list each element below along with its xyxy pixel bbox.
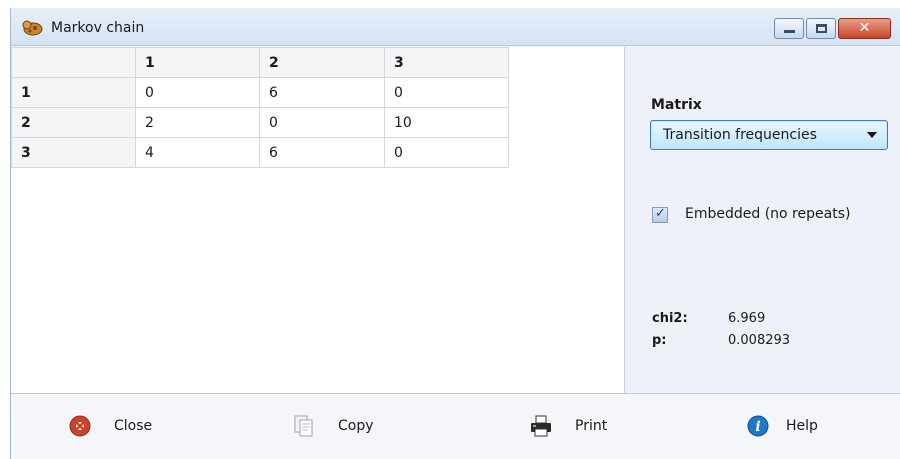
table-row: 1 0 6 0	[11, 77, 509, 108]
printer-icon	[531, 415, 551, 437]
chi2-value: 6.969	[728, 311, 766, 326]
matrix-table: 1 2 3 1 0 6 0 2 2 0 10 3 4 6 0	[11, 47, 509, 168]
matrix-label: Matrix	[651, 97, 702, 113]
help-button[interactable]: i Help	[746, 414, 866, 440]
table-cell[interactable]: 4	[135, 137, 260, 168]
table-cell[interactable]: 2	[135, 107, 260, 138]
copy-icon	[294, 415, 313, 437]
chi2-label: chi2:	[652, 311, 688, 326]
table-cell[interactable]: 10	[384, 107, 509, 138]
column-header[interactable]: 2	[259, 47, 385, 78]
help-button-label: Help	[786, 418, 818, 434]
row-header[interactable]: 1	[11, 77, 136, 108]
column-header[interactable]: 3	[384, 47, 509, 78]
svg-text:i: i	[755, 419, 760, 435]
print-button[interactable]: Print	[529, 414, 649, 440]
matrix-table-area: 1 2 3 1 0 6 0 2 2 0 10 3 4 6 0	[11, 47, 624, 393]
minimize-icon	[784, 30, 795, 33]
close-icon	[69, 415, 91, 437]
table-cell[interactable]: 6	[259, 77, 385, 108]
matrix-type-select[interactable]: Transition frequencies	[650, 120, 888, 150]
title-bar[interactable]: Markov chain ✕	[11, 8, 900, 46]
table-cell[interactable]: 0	[135, 77, 260, 108]
maximize-icon	[816, 24, 827, 33]
close-button-label: Close	[114, 418, 153, 434]
embedded-checkbox[interactable]: ✓	[652, 206, 668, 223]
table-header-row: 1 2 3	[11, 47, 509, 78]
options-panel: Matrix Transition frequencies ✓ Embedded…	[624, 47, 900, 393]
markov-chain-window: Markov chain ✕ 1 2 3 1 0 6 0 2 2 0 10 3 …	[10, 8, 900, 459]
column-header[interactable]: 1	[135, 47, 260, 78]
embedded-checkbox-label[interactable]: Embedded (no repeats)	[685, 206, 850, 222]
app-icon	[22, 20, 43, 36]
table-cell[interactable]: 0	[259, 107, 385, 138]
maximize-button[interactable]	[806, 18, 836, 39]
window-title: Markov chain	[51, 20, 145, 36]
matrix-type-value: Transition frequencies	[663, 127, 817, 143]
table-cell[interactable]: 6	[259, 137, 385, 168]
table-row: 3 4 6 0	[11, 137, 509, 168]
close-button[interactable]: Close	[68, 414, 188, 440]
minimize-button[interactable]	[774, 18, 804, 39]
table-cell[interactable]: 0	[384, 137, 509, 168]
help-icon: i	[747, 415, 769, 437]
p-value: 0.008293	[728, 333, 791, 348]
checkmark-icon: ✓	[655, 206, 666, 221]
table-corner-cell[interactable]	[11, 47, 136, 78]
table-row: 2 2 0 10	[11, 107, 509, 138]
window-close-button[interactable]: ✕	[838, 18, 891, 39]
chevron-down-icon	[867, 132, 877, 138]
button-bar: Close Copy Print i Help	[11, 393, 900, 459]
copy-button-label: Copy	[338, 418, 374, 434]
copy-button[interactable]: Copy	[292, 414, 412, 440]
table-cell[interactable]: 0	[384, 77, 509, 108]
row-header[interactable]: 3	[11, 137, 136, 168]
row-header[interactable]: 2	[11, 107, 136, 138]
print-button-label: Print	[575, 418, 608, 434]
close-x-icon: ✕	[858, 20, 871, 36]
p-label: p:	[652, 333, 667, 348]
